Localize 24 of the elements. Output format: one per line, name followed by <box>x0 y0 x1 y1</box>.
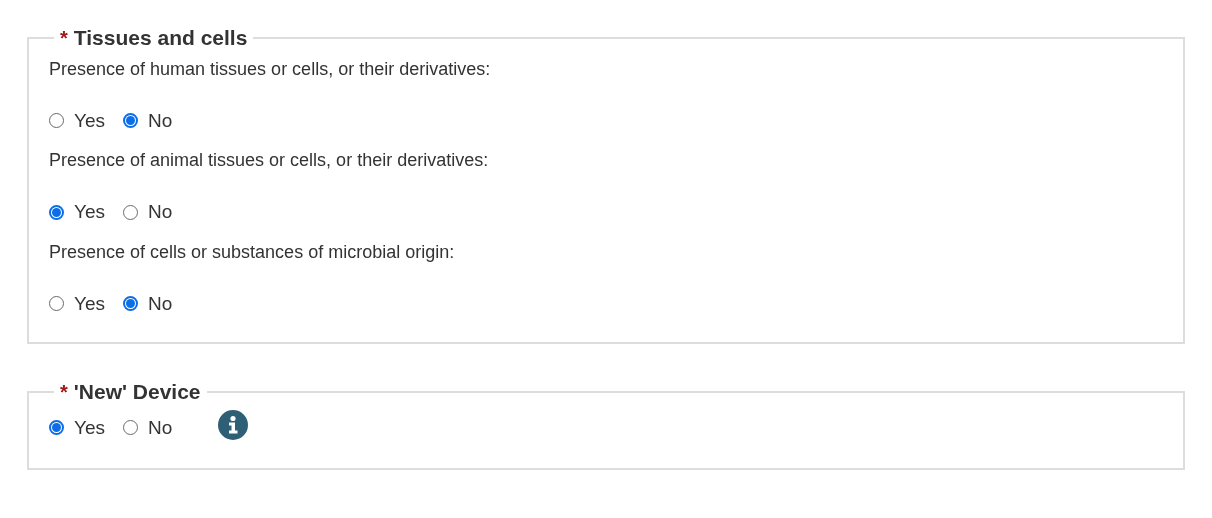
radio-button[interactable] <box>123 420 138 436</box>
question-label: Presence of human tissues or cells, or their derivatives: <box>49 57 492 81</box>
question-label: Presence of cells or substances of microbial origin: <box>49 240 456 264</box>
radio-button[interactable] <box>49 204 64 220</box>
radio-button[interactable] <box>123 204 138 220</box>
required-asterisk: * <box>60 25 68 51</box>
radio-button[interactable] <box>49 420 64 436</box>
radio-label: No <box>148 200 173 224</box>
radio-label: Yes <box>74 108 105 133</box>
info-icon[interactable] <box>218 409 249 440</box>
radio-label: No <box>148 291 173 316</box>
section-title: Tissues and cells <box>73 25 248 51</box>
radio-label: Yes <box>74 415 105 440</box>
radio-button[interactable] <box>49 113 64 129</box>
radio-button[interactable] <box>123 296 138 312</box>
section-title: 'New' Device <box>73 379 201 405</box>
radio-label: Yes <box>74 291 105 316</box>
radio-button[interactable] <box>123 113 138 129</box>
question-label: Presence of animal tissues or cells, or their derivatives: <box>49 149 490 172</box>
radio-label: Yes <box>74 200 105 224</box>
radio-label: No <box>148 108 173 133</box>
radio-button[interactable] <box>49 296 64 312</box>
radio-label: No <box>148 415 173 440</box>
required-asterisk: * <box>60 379 68 405</box>
